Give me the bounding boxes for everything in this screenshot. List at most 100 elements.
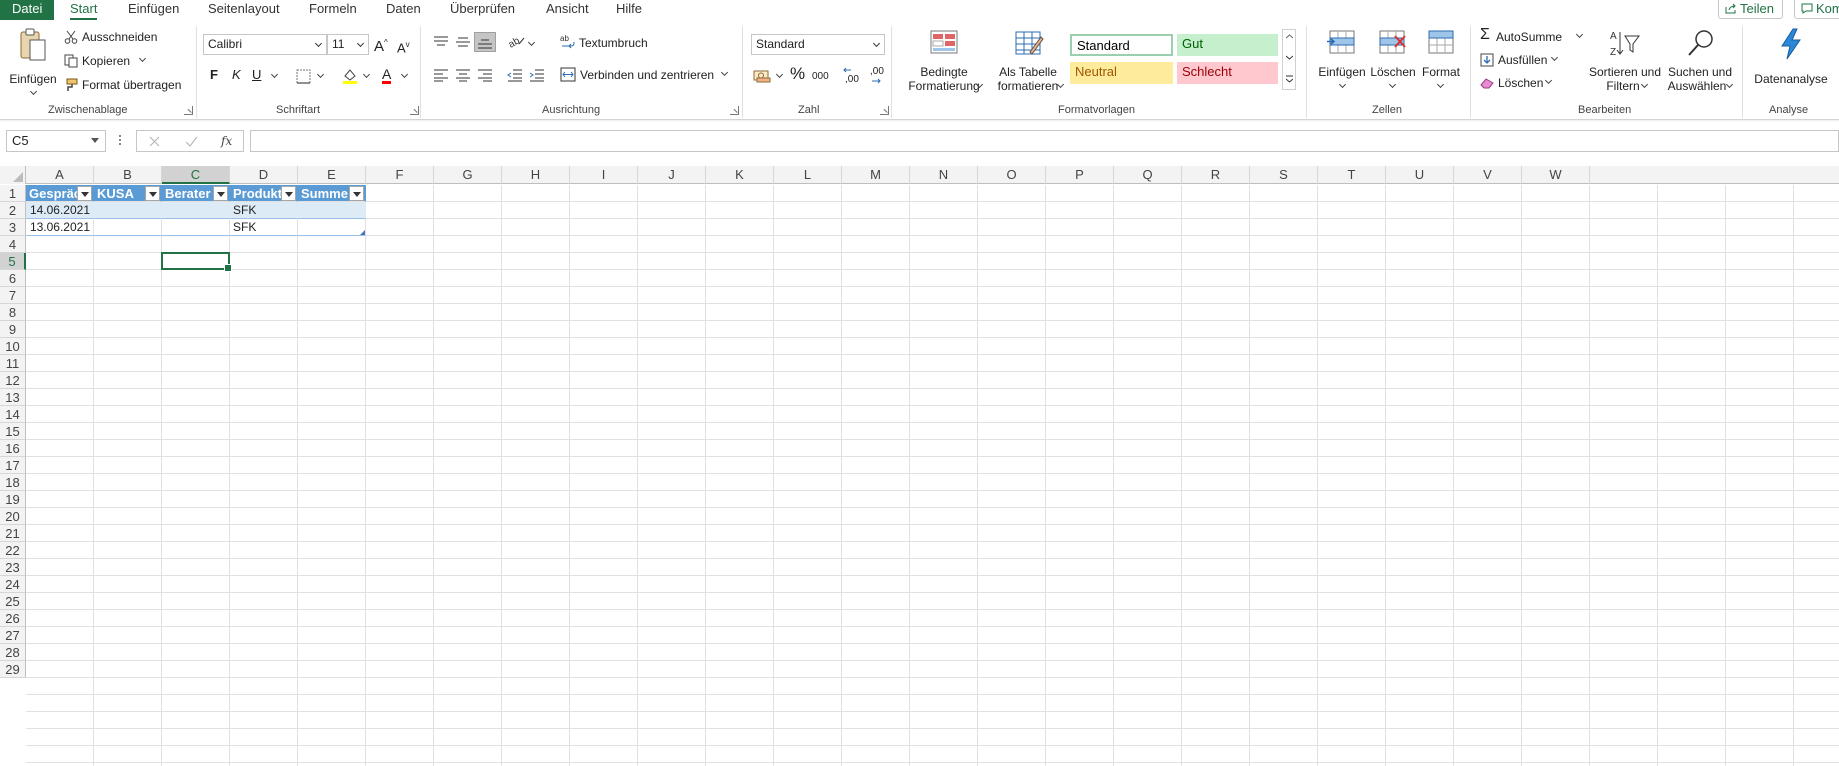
alignment-launcher-icon[interactable] <box>730 106 739 115</box>
currency-dropdown-icon[interactable] <box>775 70 784 79</box>
column-header-v[interactable]: V <box>1454 166 1522 184</box>
tab-formulas[interactable]: Formeln <box>303 0 363 20</box>
cell-style-neutral[interactable]: Neutral <box>1070 62 1173 84</box>
formula-bar-grip-icon[interactable] <box>119 135 122 147</box>
borders-icon[interactable] <box>296 69 311 84</box>
row-header-14[interactable]: 14 <box>0 406 26 423</box>
row-header-3[interactable]: 3 <box>0 219 26 236</box>
tab-home[interactable]: Start <box>64 0 103 20</box>
tab-view[interactable]: Ansicht <box>540 0 595 20</box>
column-header-t[interactable]: T <box>1318 166 1386 184</box>
data-analysis-button[interactable]: Datenanalyse <box>1750 28 1832 100</box>
table-cell[interactable]: 14.06.2021 <box>26 202 94 219</box>
table-cell[interactable] <box>162 219 230 236</box>
tab-file[interactable]: Datei <box>0 0 55 20</box>
align-left-icon[interactable] <box>433 68 449 82</box>
table-cell[interactable]: 13.06.2021 <box>26 219 94 236</box>
percent-button[interactable]: % <box>790 65 805 82</box>
row-header-13[interactable]: 13 <box>0 389 26 406</box>
row-header-12[interactable]: 12 <box>0 372 26 389</box>
row-header-5[interactable]: 5 <box>0 253 26 270</box>
column-header-k[interactable]: K <box>706 166 774 184</box>
row-header-27[interactable]: 27 <box>0 627 26 644</box>
align-bottom-button[interactable] <box>474 32 496 52</box>
cancel-icon[interactable] <box>149 136 160 147</box>
conditional-formatting-button[interactable]: Bedingte Formatierung <box>900 28 988 100</box>
cell-style-bad[interactable]: Schlecht <box>1177 62 1278 84</box>
table-cell[interactable] <box>298 202 366 219</box>
row-header-10[interactable]: 10 <box>0 338 26 355</box>
column-header-s[interactable]: S <box>1250 166 1318 184</box>
column-header-c[interactable]: C <box>162 166 230 184</box>
cell-style-good[interactable]: Gut <box>1177 34 1278 56</box>
orientation-dropdown-icon[interactable] <box>527 38 536 47</box>
row-header-29[interactable]: 29 <box>0 661 26 678</box>
number-launcher-icon[interactable] <box>880 106 889 115</box>
column-header-l[interactable]: L <box>774 166 842 184</box>
row-header-8[interactable]: 8 <box>0 304 26 321</box>
select-all-corner[interactable] <box>0 166 26 184</box>
shrink-font-button[interactable]: Av <box>397 38 410 55</box>
tab-page-layout[interactable]: Seitenlayout <box>202 0 286 20</box>
styles-gallery-scroller[interactable] <box>1282 29 1296 90</box>
borders-dropdown-icon[interactable] <box>316 70 325 79</box>
formula-input[interactable] <box>250 130 1839 152</box>
column-header-m[interactable]: M <box>842 166 910 184</box>
font-color-button[interactable]: A <box>382 67 392 84</box>
table-cell[interactable] <box>298 219 366 236</box>
column-header-b[interactable]: B <box>94 166 162 184</box>
column-header-f[interactable]: F <box>366 166 434 184</box>
filter-dropdown-icon[interactable] <box>77 186 92 201</box>
table-cell[interactable] <box>94 219 162 236</box>
tab-review[interactable]: Überprüfen <box>444 0 521 20</box>
row-header-20[interactable]: 20 <box>0 508 26 525</box>
increase-decimal-button[interactable]: ,00 <box>843 66 865 86</box>
fill-button[interactable]: Ausfüllen <box>1480 52 1570 70</box>
font-launcher-icon[interactable] <box>410 106 419 115</box>
filter-dropdown-icon[interactable] <box>281 186 296 201</box>
row-header-28[interactable]: 28 <box>0 644 26 661</box>
filter-dropdown-icon[interactable] <box>349 186 364 201</box>
insert-function-icon[interactable]: fx <box>221 134 232 148</box>
underline-button[interactable]: U <box>252 68 261 82</box>
row-header-25[interactable]: 25 <box>0 593 26 610</box>
column-header-j[interactable]: J <box>638 166 706 184</box>
table-cell[interactable]: SFK <box>230 202 298 219</box>
column-header-p[interactable]: P <box>1046 166 1114 184</box>
row-header-22[interactable]: 22 <box>0 542 26 559</box>
format-cells-button[interactable]: Format <box>1418 28 1464 100</box>
column-header-i[interactable]: I <box>570 166 638 184</box>
column-header-q[interactable]: Q <box>1114 166 1182 184</box>
table-cell[interactable] <box>162 202 230 219</box>
column-header-e[interactable]: E <box>298 166 366 184</box>
column-header-o[interactable]: O <box>978 166 1046 184</box>
row-header-7[interactable]: 7 <box>0 287 26 304</box>
name-box[interactable]: C5 <box>6 130 106 152</box>
increase-indent-icon[interactable] <box>529 68 545 82</box>
column-header-w[interactable]: W <box>1522 166 1590 184</box>
row-header-4[interactable]: 4 <box>0 236 26 253</box>
fill-color-icon[interactable] <box>342 67 358 85</box>
row-header-6[interactable]: 6 <box>0 270 26 287</box>
paste-button[interactable]: Einfügen <box>6 28 60 100</box>
column-header-n[interactable]: N <box>910 166 978 184</box>
cut-button[interactable]: Ausschneiden <box>64 29 164 47</box>
align-center-icon[interactable] <box>455 68 471 82</box>
filter-dropdown-icon[interactable] <box>145 186 160 201</box>
row-header-18[interactable]: 18 <box>0 474 26 491</box>
row-header-19[interactable]: 19 <box>0 491 26 508</box>
clear-button[interactable]: Löschen <box>1480 75 1570 93</box>
autosum-button[interactable]: Σ AutoSumme <box>1480 27 1584 47</box>
tab-data[interactable]: Daten <box>380 0 427 20</box>
align-top-icon[interactable] <box>433 35 449 49</box>
currency-icon[interactable] <box>753 69 771 83</box>
grow-font-button[interactable]: A^ <box>374 36 388 54</box>
chevron-up-icon[interactable] <box>1286 34 1293 39</box>
number-format-select[interactable]: Standard <box>751 34 885 55</box>
chevron-down-icon[interactable] <box>1286 55 1293 60</box>
row-header-9[interactable]: 9 <box>0 321 26 338</box>
filter-dropdown-icon[interactable] <box>213 186 228 201</box>
row-header-24[interactable]: 24 <box>0 576 26 593</box>
row-header-26[interactable]: 26 <box>0 610 26 627</box>
column-header-u[interactable]: U <box>1386 166 1454 184</box>
